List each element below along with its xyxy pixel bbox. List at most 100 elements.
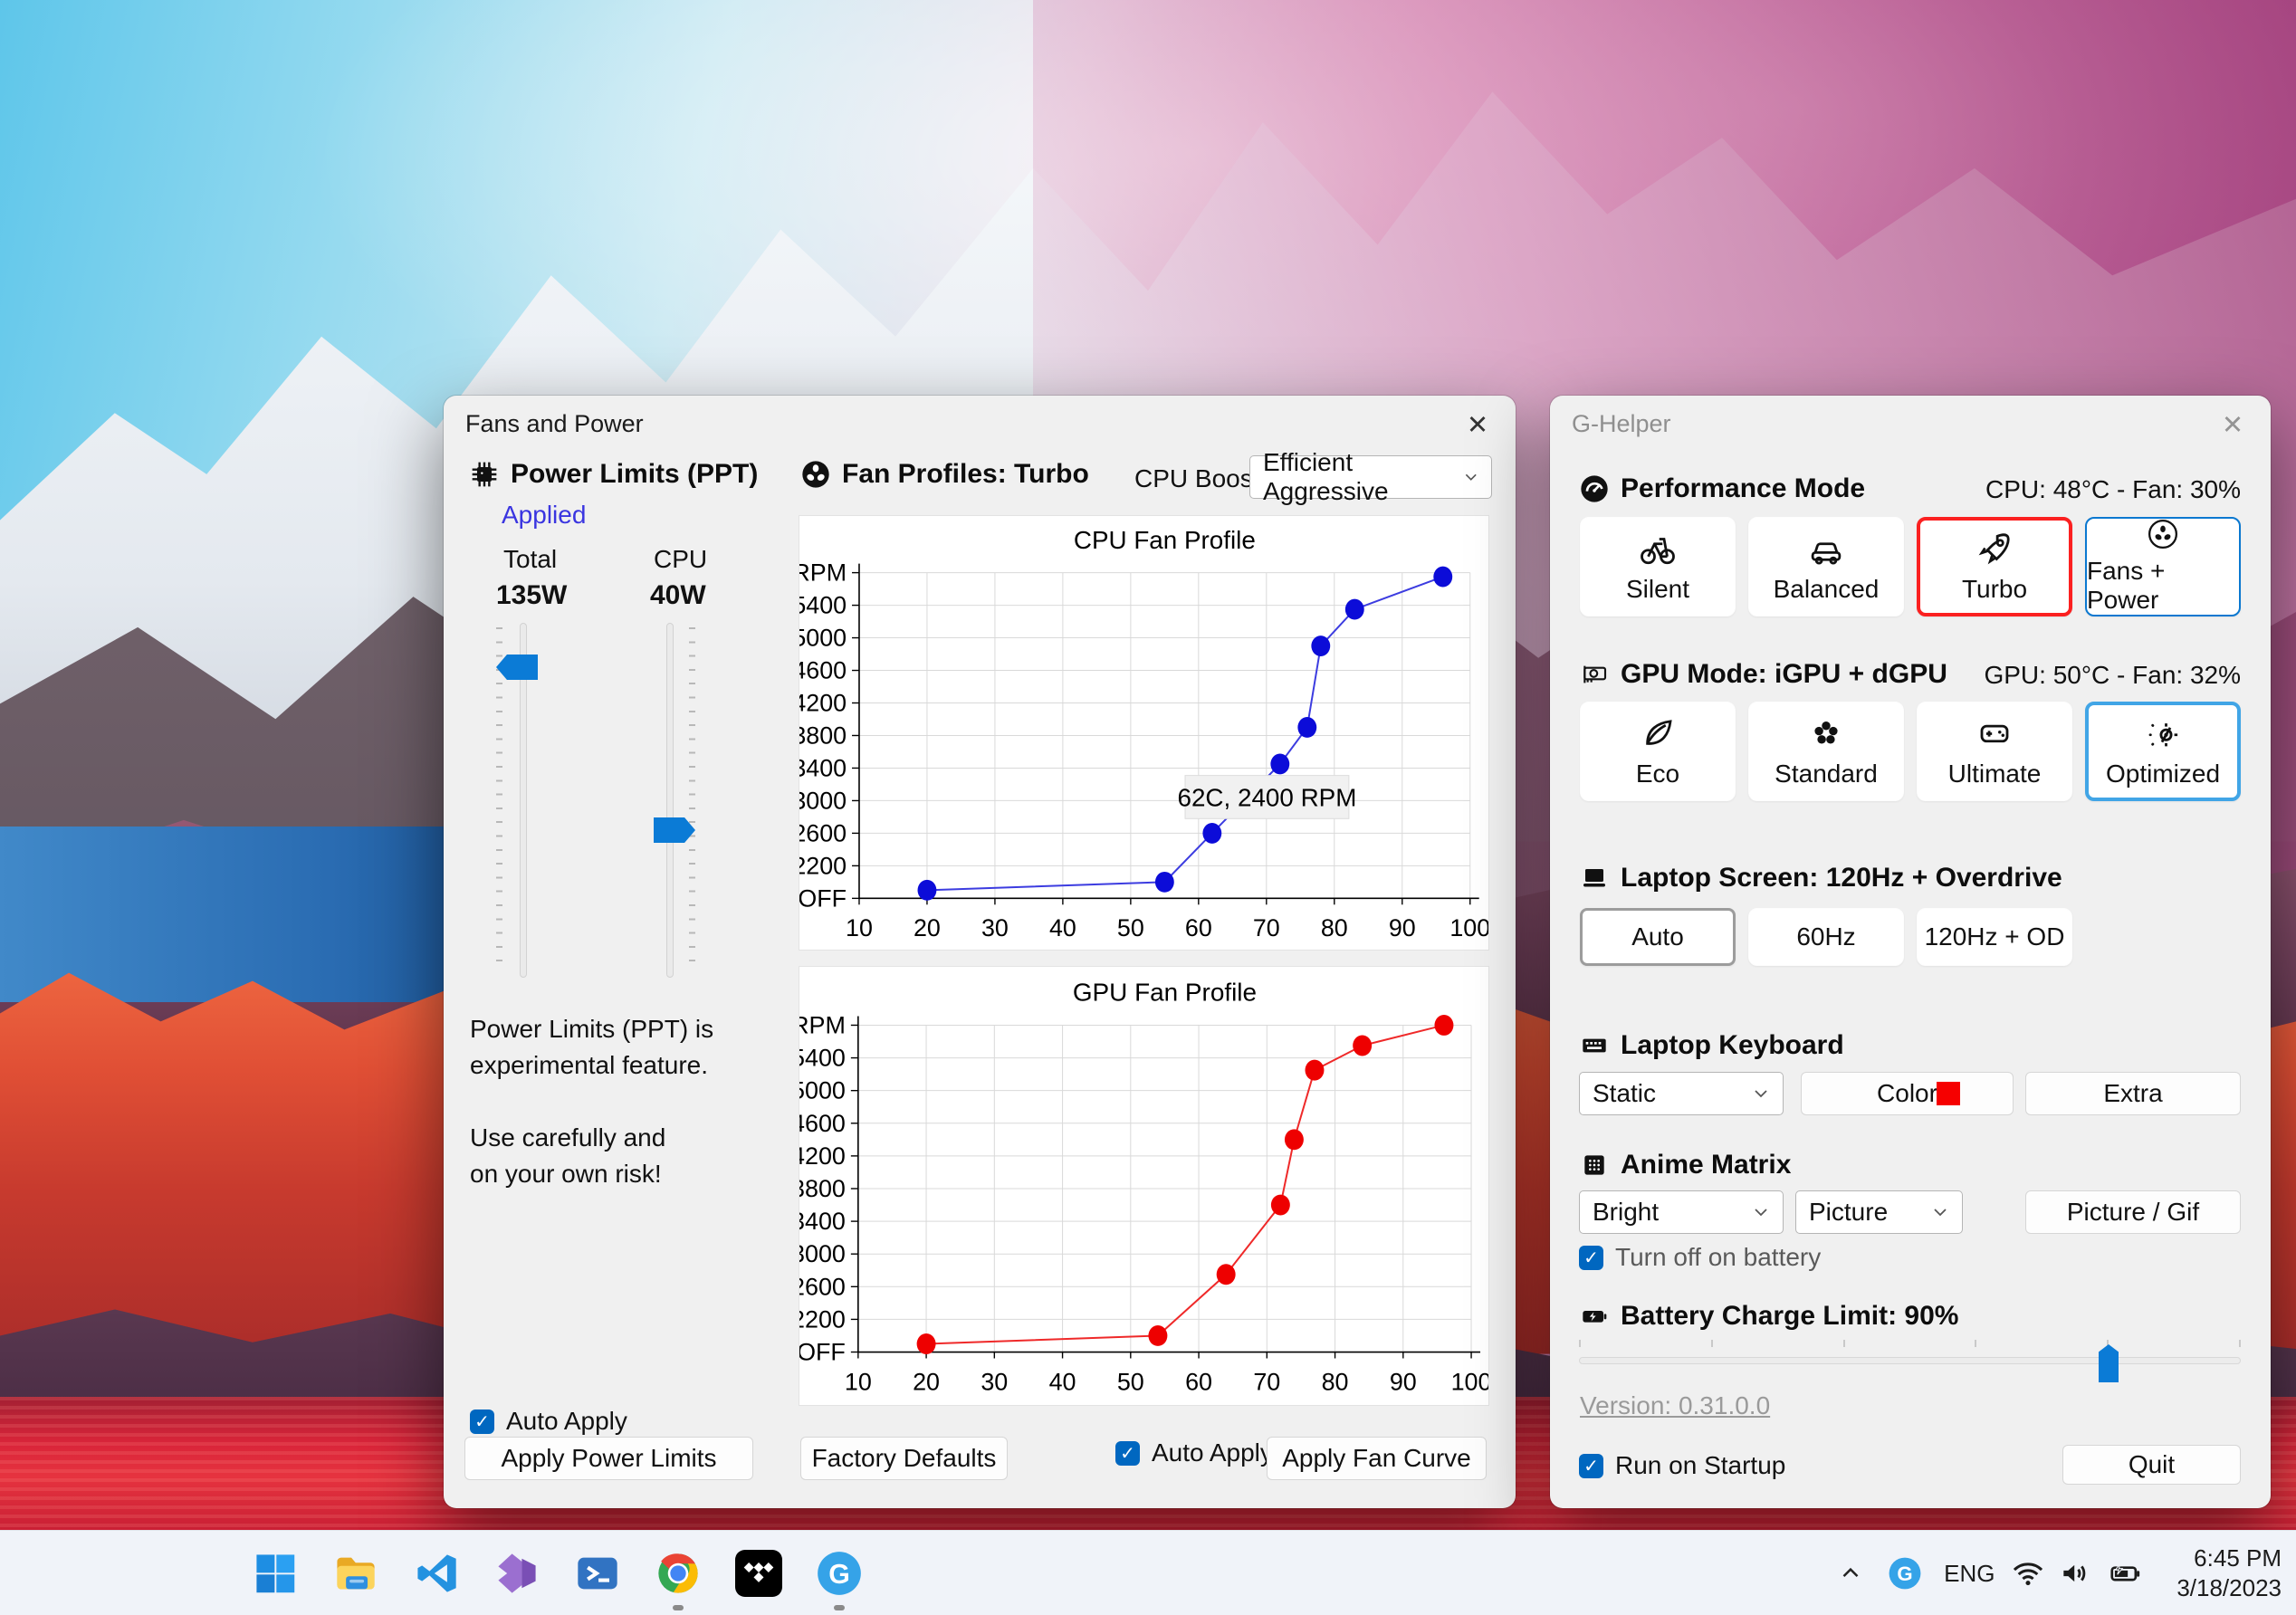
mode-turbo-button[interactable]: Turbo bbox=[1917, 517, 2072, 616]
anime-brightness-dropdown[interactable]: Bright bbox=[1579, 1190, 1784, 1234]
color-swatch bbox=[1937, 1082, 1960, 1105]
svg-text:5000: 5000 bbox=[799, 1077, 846, 1104]
screen-120hz-od-button[interactable]: 120Hz + OD bbox=[1917, 908, 2072, 966]
svg-text:OFF: OFF bbox=[799, 1338, 846, 1365]
battery-icon bbox=[1583, 1311, 1607, 1323]
visual-studio-button[interactable] bbox=[488, 1544, 546, 1602]
turn-off-on-battery-checkbox[interactable]: ✓ bbox=[1579, 1245, 1603, 1270]
taskbar-apps: G bbox=[246, 1531, 868, 1615]
car-icon bbox=[1811, 542, 1842, 565]
mode-balanced-button[interactable]: Balanced bbox=[1748, 517, 1904, 616]
svg-text:30: 30 bbox=[981, 1368, 1008, 1395]
svg-text:5400: 5400 bbox=[799, 1045, 846, 1072]
leaf-icon bbox=[1646, 720, 1672, 745]
svg-text:80: 80 bbox=[1321, 914, 1348, 941]
close-icon[interactable]: ✕ bbox=[2209, 405, 2256, 444]
gpu-eco-button[interactable]: Eco bbox=[1580, 702, 1736, 801]
visual-studio-icon bbox=[498, 1553, 536, 1593]
laptop-keyboard-heading: Laptop Keyboard bbox=[1580, 1030, 1844, 1061]
apply-fan-curve-button[interactable]: Apply Fan Curve bbox=[1267, 1437, 1487, 1480]
svg-text:3000: 3000 bbox=[799, 787, 847, 814]
file-explorer-button[interactable] bbox=[327, 1544, 385, 1602]
fan-icon bbox=[802, 461, 829, 488]
g-helper-window: G-Helper ✕ Performance Mode CPU: 48°C - … bbox=[1550, 396, 2271, 1508]
svg-text:3800: 3800 bbox=[799, 721, 847, 749]
gpu-optimized-button[interactable]: Optimized bbox=[2085, 702, 2241, 801]
keyboard-extra-button[interactable]: Extra bbox=[2025, 1072, 2241, 1115]
experimental-warning: Power Limits (PPT) is experimental featu… bbox=[470, 1015, 714, 1188]
gpu-fan-chart[interactable]: 10 20 30 40 50 60 70 80 90 100 OFF 2200 2600 3000 3400… bbox=[799, 967, 1488, 1405]
svg-text:60: 60 bbox=[1185, 914, 1212, 941]
gauge-icon bbox=[1581, 475, 1608, 502]
svg-text:3400: 3400 bbox=[799, 1208, 846, 1235]
run-on-startup-label: Run on Startup bbox=[1615, 1451, 1786, 1479]
tray-wifi[interactable] bbox=[2004, 1556, 2052, 1591]
svg-text:2600: 2600 bbox=[799, 819, 847, 846]
running-indicator bbox=[834, 1605, 845, 1610]
tidal-icon bbox=[735, 1550, 782, 1597]
auto-apply-power-checkbox[interactable]: ✓ bbox=[470, 1409, 494, 1434]
taskbar: G G ENG 6:45 PM 3/18/2023 bbox=[0, 1530, 2296, 1615]
mode-fans-power-button[interactable]: Fans + Power bbox=[2085, 517, 2241, 616]
tray-time: 6:45 PM bbox=[2194, 1544, 2282, 1572]
tray-battery[interactable] bbox=[2099, 1556, 2151, 1591]
svg-text:2600: 2600 bbox=[799, 1273, 846, 1300]
chevron-up-icon bbox=[1842, 1567, 1859, 1578]
screen-60hz-button[interactable]: 60Hz bbox=[1748, 908, 1904, 966]
apply-power-limits-button[interactable]: Apply Power Limits bbox=[464, 1437, 753, 1480]
cpu-fan-chart[interactable]: 10 20 30 40 50 60 70 80 90 100 OFF 2200 2600 3000 3400… bbox=[799, 516, 1488, 950]
auto-apply-power-label: Auto Apply bbox=[506, 1407, 627, 1435]
keyboard-mode-dropdown[interactable]: Static bbox=[1579, 1072, 1784, 1115]
svg-text:50: 50 bbox=[1117, 1368, 1144, 1395]
laptop-screen-heading: Laptop Screen: 120Hz + Overdrive bbox=[1580, 863, 2062, 894]
svg-text:30: 30 bbox=[981, 914, 1009, 941]
file-explorer-icon bbox=[337, 1557, 375, 1590]
svg-text:2200: 2200 bbox=[799, 1305, 846, 1333]
flower-icon bbox=[1814, 721, 1838, 744]
svg-text:100: 100 bbox=[1451, 1368, 1488, 1395]
fan-icon bbox=[2148, 519, 2178, 549]
taskbar-clock[interactable]: 6:45 PM 3/18/2023 bbox=[2176, 1543, 2282, 1603]
mode-silent-button[interactable]: Silent bbox=[1580, 517, 1736, 616]
run-on-startup-checkbox[interactable]: ✓ bbox=[1579, 1453, 1603, 1478]
anime-mode-dropdown[interactable]: Picture bbox=[1795, 1190, 1963, 1234]
version-link[interactable]: Version: 0.31.0.0 bbox=[1580, 1391, 1770, 1420]
svg-text:60: 60 bbox=[1185, 1368, 1212, 1395]
gpu-standard-button[interactable]: Standard bbox=[1748, 702, 1904, 801]
tray-expand-button[interactable] bbox=[1825, 1560, 1876, 1587]
applied-status: Applied bbox=[502, 501, 587, 529]
window-title: G-Helper bbox=[1572, 410, 1671, 437]
chrome-button[interactable] bbox=[649, 1544, 707, 1610]
vscode-button[interactable] bbox=[407, 1544, 465, 1602]
screen-auto-button[interactable]: Auto bbox=[1580, 908, 1736, 966]
battery-slider-track[interactable] bbox=[1579, 1357, 2241, 1364]
powershell-icon bbox=[578, 1557, 617, 1590]
cpu-chip-icon bbox=[472, 462, 497, 487]
tray-date: 3/18/2023 bbox=[2176, 1574, 2282, 1601]
power-limits-heading: Power Limits (PPT) bbox=[470, 459, 758, 490]
svg-text:2200: 2200 bbox=[799, 852, 847, 879]
keyboard-color-button[interactable]: Color bbox=[1801, 1072, 2014, 1115]
powershell-button[interactable] bbox=[569, 1544, 627, 1602]
cpu-boost-dropdown[interactable]: Efficient Aggressive bbox=[1249, 448, 1492, 505]
start-button[interactable] bbox=[246, 1544, 304, 1602]
battery-slider-thumb[interactable] bbox=[2099, 1344, 2119, 1382]
fan-profiles-heading: Fan Profiles: Turbo bbox=[801, 459, 1089, 490]
anime-picture-gif-button[interactable]: Picture / Gif bbox=[2025, 1190, 2241, 1234]
tray-g-helper[interactable]: G bbox=[1876, 1556, 1934, 1591]
g-helper-button[interactable]: G bbox=[810, 1544, 868, 1610]
bicycle-icon bbox=[1641, 538, 1675, 565]
chevron-down-icon bbox=[1934, 1209, 1947, 1217]
close-icon[interactable]: ✕ bbox=[1454, 405, 1501, 444]
cpu-slider-track[interactable] bbox=[666, 623, 674, 978]
gpu-ultimate-button[interactable]: Ultimate bbox=[1917, 702, 2072, 801]
svg-text:RPM: RPM bbox=[799, 1011, 846, 1038]
tray-volume[interactable] bbox=[2052, 1556, 2099, 1591]
svg-text:3800: 3800 bbox=[799, 1175, 846, 1202]
cpu-boost-label: CPU Boost bbox=[1134, 464, 1260, 492]
tidal-button[interactable] bbox=[730, 1544, 788, 1602]
quit-button[interactable]: Quit bbox=[2062, 1445, 2241, 1485]
auto-apply-fan-checkbox[interactable]: ✓ bbox=[1115, 1440, 1140, 1466]
factory-defaults-button[interactable]: Factory Defaults bbox=[800, 1437, 1008, 1480]
language-indicator[interactable]: ENG bbox=[1934, 1560, 2004, 1588]
